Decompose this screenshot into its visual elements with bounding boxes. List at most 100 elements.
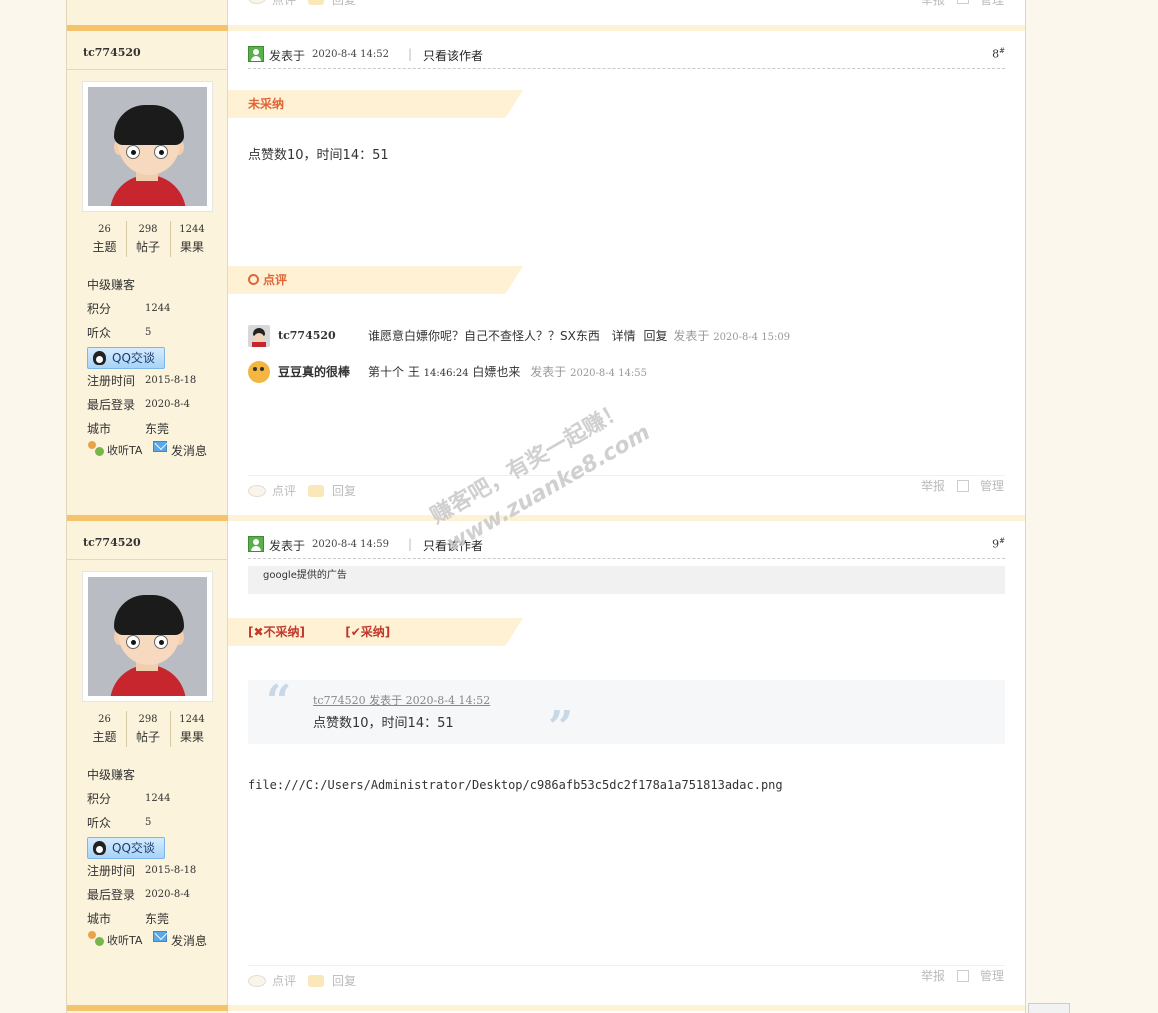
stat-posts[interactable]: 298 帖子 [126,221,169,257]
report-link[interactable]: 举报 [921,967,945,985]
avatar[interactable] [82,571,213,702]
qq-penguin-icon [93,841,106,855]
author-stats: 26 主题 298 帖子 1244 果果 [83,221,213,261]
quote-text: 点赞数10，时间14：51 [313,716,454,731]
floor-number[interactable]: 8# [992,47,1005,61]
manage-link[interactable]: 管理 [980,967,1004,985]
author-name[interactable]: tc774520 [83,46,141,59]
post-header: 发表于 2020-8-4 14:52 | 只看该作者 8# [248,45,1005,69]
mail-icon [153,441,167,452]
city-label: 城市 [87,422,112,436]
stat-posts[interactable]: 298 帖子 [126,711,169,747]
message-link[interactable]: 发消息 [171,441,207,461]
post-body: file:///C:/Users/Administrator/Desktop/c… [248,778,783,792]
reject-button[interactable]: [✖不采纳] [248,625,305,639]
accept-button[interactable]: [✔采纳] [345,625,390,639]
stat-fruits[interactable]: 1244 果果 [170,221,213,257]
prev-comment-button[interactable]: 点评 [272,0,296,8]
author-name[interactable]: tc774520 [83,536,141,549]
city-label: 城市 [87,912,112,926]
online-user-icon [248,46,264,62]
listeners-value: 5 [145,817,152,828]
quote-close-icon: ” [548,702,574,753]
comment-text: 第十个 王 14:46:24 白嫖也来 发表于 2020-8-4 14:55 [368,365,648,379]
prev-post-footer: 点评 回复 举报 管理 [248,0,1004,9]
reg-label: 注册时间 [87,374,136,388]
user-level[interactable]: 中级赚客 [87,273,135,297]
status-banner: 未采纳 [228,90,523,118]
prev-report-link[interactable]: 举报 [921,0,945,8]
comment-reply-link[interactable]: 回复 [644,329,668,343]
detail-link[interactable]: 详情 [612,329,636,343]
comment-icon [248,0,266,4]
posted-time: 2020-8-4 14:52 [312,49,389,60]
follow-link[interactable]: 收听TA [107,931,142,951]
stat-threads[interactable]: 26 主题 [83,221,126,257]
last-login-value: 2020-8-4 [145,399,190,410]
points-label: 积分 [87,302,112,316]
posted-time: 2020-8-4 14:59 [312,539,389,550]
post-footer: 点评 回复 举报 管理 [248,965,1005,989]
comment-item: 豆豆真的很棒 第十个 王 14:46:24 白嫖也来 发表于 2020-8-4 … [248,359,1005,385]
reply-button[interactable]: 回复 [332,482,356,500]
online-user-icon [248,536,264,552]
commenter-avatar[interactable] [248,361,270,383]
stat-threads[interactable]: 26 主题 [83,711,126,747]
prev-reply-button[interactable]: 回复 [332,0,356,8]
last-login-label: 最后登录 [87,398,136,412]
divider: | [408,47,413,61]
comments-label: 点评 [263,273,288,287]
listeners-label: 听众 [87,816,112,830]
manage-checkbox[interactable] [957,970,969,982]
follow-link[interactable]: 收听TA [107,441,142,461]
reg-value: 2015-8-18 [145,865,197,876]
user-level[interactable]: 中级赚客 [87,763,135,787]
author-actions: 收听TA 发消息 [87,441,227,461]
mail-icon [153,931,167,942]
reg-label: 注册时间 [87,864,136,878]
quote-open-icon: “ [266,676,292,727]
commenter-name[interactable]: 豆豆真的很棒 [278,359,350,385]
comment-ring-icon [248,274,259,285]
report-link[interactable]: 举报 [921,477,945,495]
only-author-link[interactable]: 只看该作者 [423,47,483,64]
post-body: 点赞数10，时间14：51 [248,148,389,163]
post-footer: 点评 回复 举报 管理 [248,475,1005,499]
avatar[interactable] [82,81,213,212]
divider [67,559,228,560]
qq-penguin-icon [93,351,106,365]
comment-icon [248,485,266,497]
stat-fruits[interactable]: 1244 果果 [170,711,213,747]
comment-button[interactable]: 点评 [272,482,296,500]
comment-item: tc774520 谁愿意白嫖你呢？自己不查怪人？？SX东西 详情 回复 发表于 … [248,323,1005,349]
divider: | [408,537,413,551]
reply-icon [308,975,324,987]
author-info: 中级赚客 积分 1244 听众 5 QQ交谈 注册时间 2015-8-18 最后登录 2… [87,273,227,441]
back-to-top-button[interactable] [1028,1003,1070,1013]
reply-button[interactable]: 回复 [332,972,356,990]
qq-chat-button[interactable]: QQ交谈 [87,837,165,859]
points-label: 积分 [87,792,112,806]
floor-number[interactable]: 9# [992,537,1005,551]
city-value: 东莞 [145,422,170,436]
commenter-avatar[interactable] [248,325,270,347]
last-login-value: 2020-8-4 [145,889,190,900]
checkbox-icon[interactable] [957,0,969,4]
reg-value: 2015-8-18 [145,375,197,386]
ad-box[interactable]: google提供的广告 [248,566,1005,594]
manage-link[interactable]: 管理 [980,477,1004,495]
reply-icon [308,485,324,497]
prev-manage-link[interactable]: 管理 [980,0,1004,8]
quote-author-link[interactable]: tc774520 发表于 2020-8-4 14:52 [313,692,490,708]
comment-button[interactable]: 点评 [272,972,296,990]
quote-block: “ tc774520 发表于 2020-8-4 14:52 点赞数10，时间14… [248,676,1005,753]
qq-chat-button[interactable]: QQ交谈 [87,347,165,369]
posted-prefix: 发表于 [269,49,306,63]
message-link[interactable]: 发消息 [171,931,207,951]
avatar-image [88,577,207,696]
comments-banner: 点评 [228,266,523,294]
commenter-name[interactable]: tc774520 [278,323,336,349]
reply-icon [308,0,324,5]
manage-checkbox[interactable] [957,480,969,492]
posted-prefix: 发表于 [269,539,306,553]
